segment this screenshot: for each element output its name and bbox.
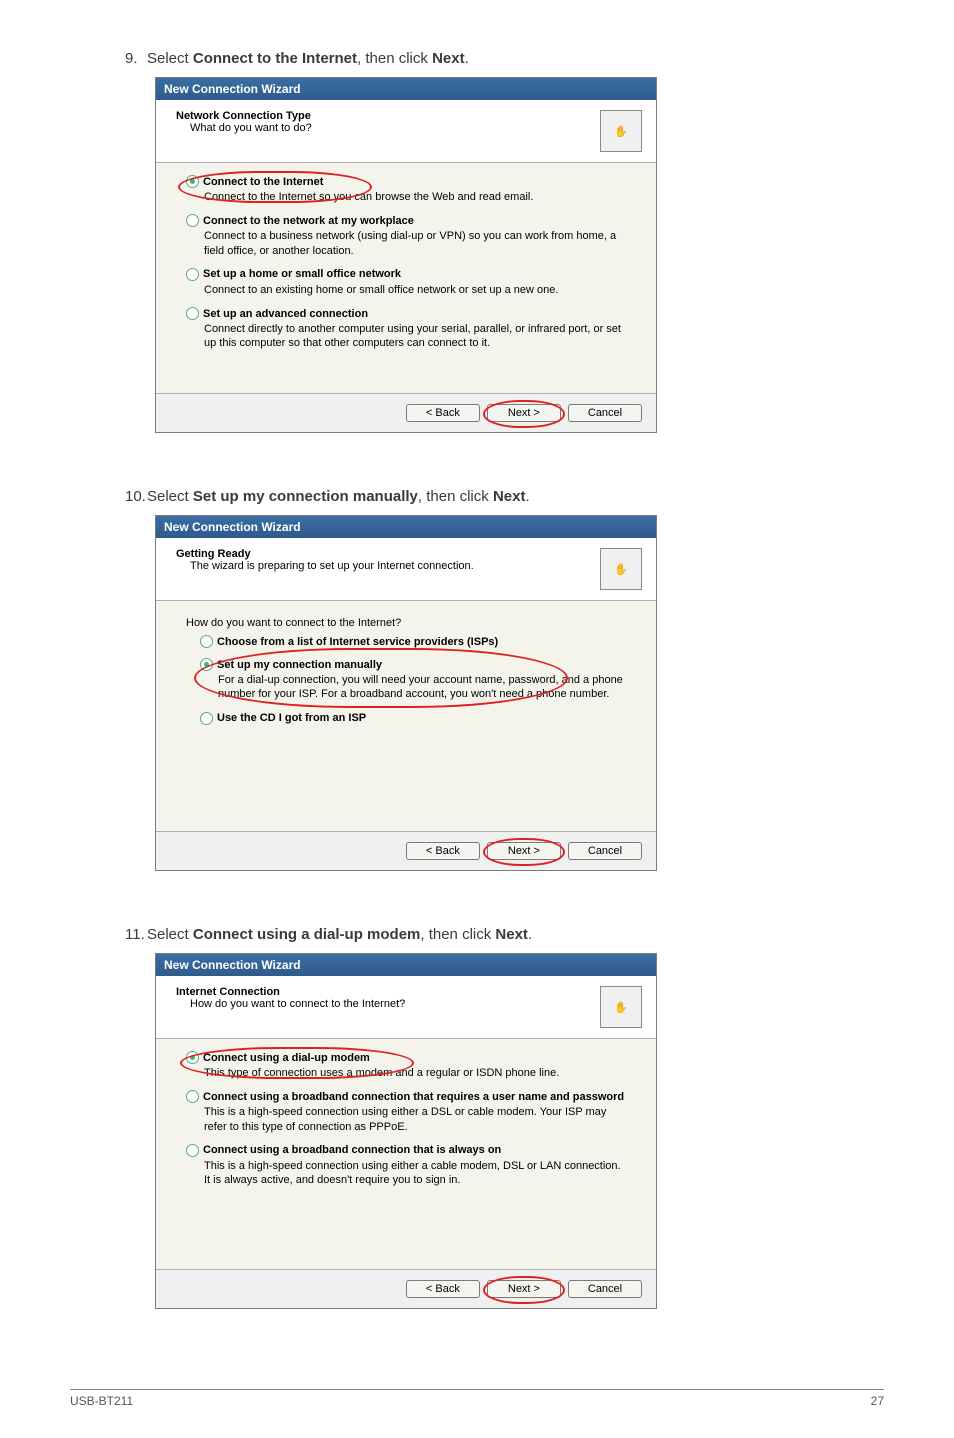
- cancel-button[interactable]: Cancel: [568, 842, 642, 860]
- cancel-button[interactable]: Cancel: [568, 404, 642, 422]
- dialog-header-subtitle: How do you want to connect to the Intern…: [190, 998, 590, 1010]
- radio-broadband-pw[interactable]: Connect using a broadband connection tha…: [186, 1090, 626, 1103]
- button-bar: < Back Next > Cancel: [156, 393, 656, 432]
- dialog-header: Getting Ready The wizard is preparing to…: [156, 538, 656, 601]
- radio-icon: [200, 635, 213, 648]
- dialog-header: Internet Connection How do you want to c…: [156, 976, 656, 1039]
- dialog-title-bar: New Connection Wizard: [156, 516, 656, 538]
- dialog-header-title: Internet Connection: [176, 986, 590, 998]
- back-button[interactable]: < Back: [406, 404, 480, 422]
- radio-icon: [186, 268, 199, 281]
- back-button[interactable]: < Back: [406, 842, 480, 860]
- footer-page-number: 27: [871, 1394, 884, 1408]
- radio-icon: [186, 1144, 199, 1157]
- step-11-text: 11.Select Connect using a dial-up modem,…: [125, 926, 884, 943]
- radio-desc: Connect to a business network (using dia…: [204, 229, 626, 258]
- footer-left: USB-BT211: [70, 1394, 133, 1408]
- cancel-button[interactable]: Cancel: [568, 1280, 642, 1298]
- radio-desc: Connect directly to another computer usi…: [204, 322, 626, 351]
- radio-connect-workplace[interactable]: Connect to the network at my workplace: [186, 214, 626, 227]
- radio-icon: [186, 214, 199, 227]
- next-button[interactable]: Next >: [487, 842, 561, 860]
- dialog-internet-connection: New Connection Wizard Internet Connectio…: [155, 953, 657, 1309]
- dialog-getting-ready: New Connection Wizard Getting Ready The …: [155, 515, 657, 871]
- radio-connect-internet[interactable]: Connect to the Internet: [186, 175, 626, 188]
- radio-broadband-always[interactable]: Connect using a broadband connection tha…: [186, 1144, 626, 1157]
- radio-advanced[interactable]: Set up an advanced connection: [186, 307, 626, 320]
- radio-use-cd[interactable]: Use the CD I got from an ISP: [200, 712, 626, 725]
- radio-desc: This is a high-speed connection using ei…: [204, 1105, 626, 1134]
- dialog-connection-type: New Connection Wizard Network Connection…: [155, 77, 657, 433]
- radio-desc: For a dial-up connection, you will need …: [218, 673, 626, 702]
- radio-desc: This type of connection uses a modem and…: [204, 1066, 626, 1080]
- dialog-header: Network Connection Type What do you want…: [156, 100, 656, 163]
- radio-icon: [186, 1051, 199, 1064]
- next-button[interactable]: Next >: [487, 404, 561, 422]
- dialog-title-bar: New Connection Wizard: [156, 954, 656, 976]
- button-bar: < Back Next > Cancel: [156, 831, 656, 870]
- dialog-header-subtitle: The wizard is preparing to set up your I…: [190, 560, 590, 572]
- radio-dialup[interactable]: Connect using a dial-up modem: [186, 1051, 626, 1064]
- radio-icon: [186, 175, 199, 188]
- back-button[interactable]: < Back: [406, 1280, 480, 1298]
- next-button[interactable]: Next >: [487, 1280, 561, 1298]
- radio-icon: [200, 712, 213, 725]
- dialog-header-subtitle: What do you want to do?: [190, 122, 590, 134]
- radio-icon: [200, 658, 213, 671]
- dialog-title-bar: New Connection Wizard: [156, 78, 656, 100]
- page-footer: USB-BT211 27: [70, 1389, 884, 1408]
- step-9-text: 9.Select Connect to the Internet, then c…: [125, 50, 884, 67]
- radio-home-office[interactable]: Set up a home or small office network: [186, 268, 626, 281]
- radio-desc: Connect to the Internet so you can brows…: [204, 190, 626, 204]
- wizard-icon: ✋: [600, 110, 642, 152]
- radio-icon: [186, 307, 199, 320]
- radio-desc: Connect to an existing home or small off…: [204, 283, 626, 297]
- radio-choose-list[interactable]: Choose from a list of Internet service p…: [200, 635, 626, 648]
- dialog-header-title: Getting Ready: [176, 548, 590, 560]
- radio-manual[interactable]: Set up my connection manually: [200, 658, 626, 671]
- radio-icon: [186, 1090, 199, 1103]
- radio-desc: This is a high-speed connection using ei…: [204, 1159, 626, 1188]
- wizard-icon: ✋: [600, 548, 642, 590]
- wizard-icon: ✋: [600, 986, 642, 1028]
- step-10-text: 10.Select Set up my connection manually,…: [125, 488, 884, 505]
- dialog-header-title: Network Connection Type: [176, 110, 590, 122]
- button-bar: < Back Next > Cancel: [156, 1269, 656, 1308]
- body-intro: How do you want to connect to the Intern…: [186, 617, 626, 629]
